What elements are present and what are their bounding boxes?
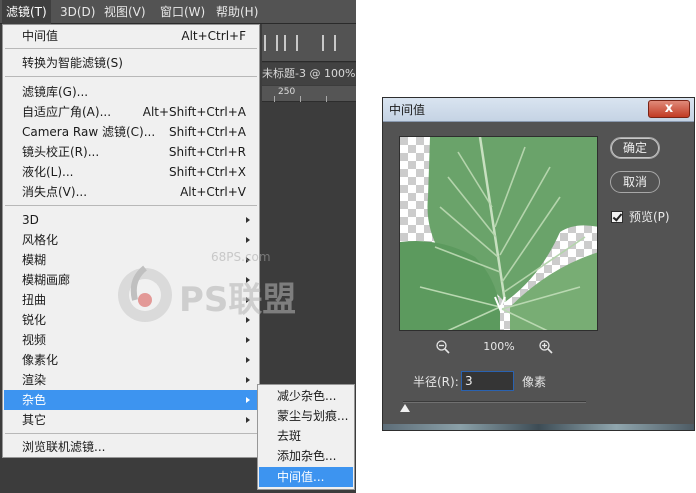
- align-left-icon[interactable]: [264, 35, 278, 51]
- watermark-logo-text: PS联盟: [179, 280, 295, 320]
- dialog-titlebar[interactable]: 中间值 x: [383, 98, 694, 122]
- close-button[interactable]: x: [648, 100, 690, 118]
- options-bar: [262, 24, 356, 62]
- menu-bar: 滤镜(T) 3D(D) 视图(V) 窗口(W) 帮助(H): [0, 0, 356, 24]
- radius-slider-thumb[interactable]: [400, 404, 410, 412]
- menu-filter[interactable]: 滤镜(T): [2, 0, 51, 24]
- filter-menu: 中间值 Alt+Ctrl+F 转换为智能滤镜(S) 滤镜库(G)... 自适应广…: [2, 24, 260, 458]
- chevron-right-icon: [246, 237, 250, 243]
- menu-3d[interactable]: 3D(D): [56, 0, 99, 24]
- document-tab-label: 未标题-3 @ 100%: [262, 67, 356, 80]
- menu-item-adaptive-wide-angle[interactable]: 自适应广角(A)... Alt+Shift+Ctrl+A: [4, 102, 258, 122]
- menu-item-last-filter[interactable]: 中间值 Alt+Ctrl+F: [4, 26, 258, 46]
- ruler-tick: [274, 96, 275, 102]
- menu-separator: [5, 433, 257, 434]
- align-center-icon[interactable]: [284, 35, 298, 51]
- submenu-item-reduce-noise[interactable]: 减少杂色...: [259, 386, 353, 406]
- menu-item-pixelate[interactable]: 像素化: [4, 350, 258, 370]
- menu-item-other[interactable]: 其它: [4, 410, 258, 430]
- submenu-item-dust-scratches[interactable]: 蒙尘与划痕...: [259, 406, 353, 426]
- menu-item-camera-raw[interactable]: Camera Raw 滤镜(C)... Shift+Ctrl+A: [4, 122, 258, 142]
- menu-item-lens-correction[interactable]: 镜头校正(R)... Shift+Ctrl+R: [4, 142, 258, 162]
- chevron-right-icon: [246, 377, 250, 383]
- zoom-in-icon[interactable]: [538, 339, 554, 355]
- submenu-item-median[interactable]: 中间值...: [259, 467, 353, 487]
- menu-item-render[interactable]: 渲染: [4, 370, 258, 390]
- menu-separator: [5, 205, 257, 206]
- radius-label: 半径(R):: [413, 375, 459, 389]
- menu-item-smart-filters[interactable]: 转换为智能滤镜(S): [4, 53, 258, 73]
- watermark-site: 68PS.com: [211, 250, 271, 264]
- horizontal-ruler: [262, 86, 356, 102]
- preview-checkbox[interactable]: [611, 211, 623, 223]
- menu-item-browse-online[interactable]: 浏览联机滤镜...: [4, 437, 258, 457]
- menu-view[interactable]: 视图(V): [100, 0, 150, 24]
- radius-input[interactable]: [461, 371, 514, 391]
- radius-slider-track[interactable]: [403, 401, 586, 403]
- ps-lianmeng-watermark: 68PS.com PS联盟: [118, 250, 295, 322]
- median-dialog: 中间值 x 100% 确定 取消 预览(P) 半径(R): 3 像素: [382, 97, 695, 431]
- leaf-preview-image: [400, 137, 597, 330]
- radius-unit: 像素: [522, 375, 547, 389]
- ruler-tick: [326, 96, 327, 102]
- menu-separator: [5, 48, 257, 49]
- filter-preview[interactable]: [399, 136, 598, 331]
- chevron-right-icon: [246, 417, 250, 423]
- chevron-right-icon: [246, 397, 250, 403]
- menu-separator: [5, 76, 257, 77]
- zoom-level: 100%: [483, 340, 515, 353]
- zoom-out-icon[interactable]: [435, 339, 451, 355]
- preview-label: 预览(P): [629, 210, 670, 224]
- ok-button[interactable]: 确定: [610, 137, 660, 159]
- dialog-title: 中间值: [389, 103, 426, 117]
- menu-item-liquify[interactable]: 液化(L)... Shift+Ctrl+X: [4, 162, 258, 182]
- distribute-icon[interactable]: [322, 35, 336, 51]
- close-icon: x: [664, 101, 674, 116]
- ruler-tick: [300, 96, 301, 102]
- chevron-right-icon: [246, 217, 250, 223]
- background-photo-strip: [383, 424, 694, 430]
- cancel-button[interactable]: 取消: [610, 171, 660, 193]
- ruler-label: 250: [278, 87, 296, 97]
- menu-item-filter-gallery[interactable]: 滤镜库(G)...: [4, 82, 258, 102]
- menu-window[interactable]: 窗口(W): [156, 0, 209, 24]
- menu-help[interactable]: 帮助(H): [212, 0, 262, 24]
- noise-submenu: 减少杂色... 蒙尘与划痕... 去斑 添加杂色... 中间值...: [257, 384, 355, 490]
- menu-item-noise[interactable]: 杂色: [4, 390, 258, 410]
- submenu-item-add-noise[interactable]: 添加杂色...: [259, 446, 353, 466]
- submenu-item-despeckle[interactable]: 去斑: [259, 426, 353, 446]
- chevron-right-icon: [246, 357, 250, 363]
- menu-item-vanishing-point[interactable]: 消失点(V)... Alt+Ctrl+V: [4, 182, 258, 202]
- chevron-right-icon: [246, 337, 250, 343]
- menu-item-3d[interactable]: 3D: [4, 210, 258, 230]
